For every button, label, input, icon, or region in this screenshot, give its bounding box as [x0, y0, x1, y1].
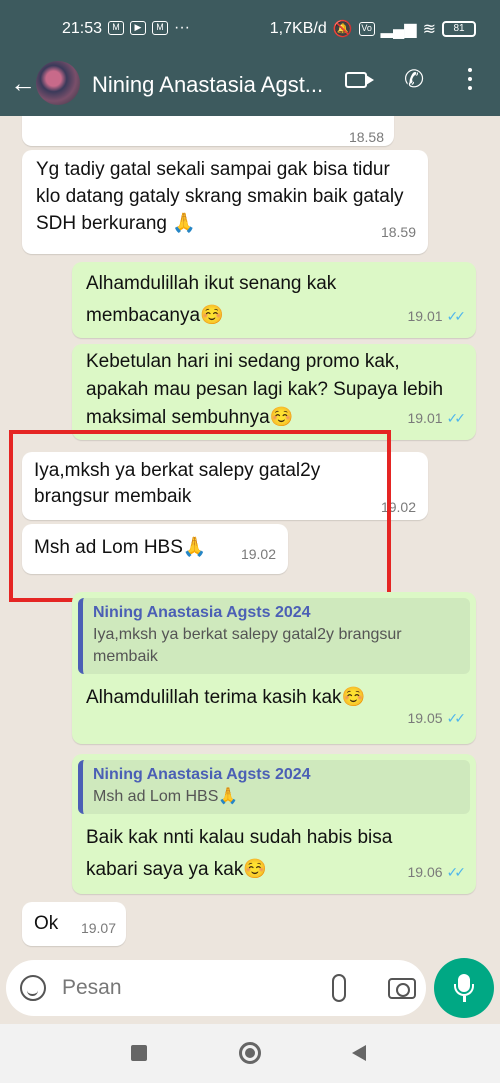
mic-button[interactable]: [434, 958, 494, 1018]
phone-call-icon[interactable]: ✆: [404, 68, 424, 92]
wifi-icon: ≋: [422, 21, 436, 38]
youtube-icon: ▶: [130, 21, 146, 35]
double-check-icon: ✓✓: [446, 410, 467, 426]
navigation-bar: [0, 1024, 500, 1083]
quoted-message[interactable]: Nining Anastasia Agsts 2024 Iya,mksh ya …: [78, 598, 470, 674]
message-bubble[interactable]: 18.58: [22, 116, 394, 146]
message-time: 19.07: [80, 920, 116, 936]
status-time: 21:53: [62, 20, 103, 37]
quoted-sender: Nining Anastasia Agsts 2024: [93, 604, 311, 621]
highlight-box: [9, 430, 391, 602]
chat-header: ← Nining Anastasia Agst... ✆: [0, 60, 500, 116]
quoted-message[interactable]: Nining Anastasia Agsts 2024 Msh ad Lom H…: [78, 760, 470, 814]
message-bubble[interactable]: Yg tadiy gatal sekali sampai gak bisa ti…: [22, 150, 428, 254]
message-time: 18.58: [348, 129, 384, 145]
network-speed: 1,7KB/d: [269, 20, 327, 37]
home-icon[interactable]: [239, 1042, 261, 1064]
camera-icon[interactable]: [388, 978, 416, 999]
message-text: Alhamdulillah ikut senang kak membacanya…: [86, 273, 337, 326]
double-check-icon: ✓✓: [446, 710, 467, 726]
message-text: Kebetulan hari ini sedang promo kak, apa…: [86, 351, 444, 428]
message-text: Ok: [34, 913, 59, 934]
more-options-icon[interactable]: [468, 68, 472, 92]
battery-icon: 81: [442, 21, 476, 37]
mute-icon: 🔕: [332, 21, 353, 38]
quoted-sender: Nining Anastasia Agsts 2024: [93, 766, 311, 783]
notification-icons: M ▶ M ···: [108, 19, 190, 37]
message-bubble[interactable]: Nining Anastasia Agsts 2024 Iya,mksh ya …: [72, 592, 476, 744]
message-bubble[interactable]: Alhamdulillah ikut senang kak membacanya…: [72, 262, 476, 338]
chat-area[interactable]: 18.58 Yg tadiy gatal sekali sampai gak b…: [0, 116, 500, 956]
avatar[interactable]: [36, 61, 80, 105]
signal-icon: ▂▄▆: [380, 21, 417, 38]
message-bubble[interactable]: Ok 19.07: [22, 902, 126, 946]
more-dots-icon: ···: [174, 19, 190, 36]
message-time: 19.01 ✓✓: [407, 410, 467, 426]
message-input[interactable]: Pesan: [62, 976, 122, 1000]
message-text: Baik kak nnti kalau sudah habis bisa kab…: [86, 827, 393, 880]
status-bar: 21:53 M ▶ M ··· 1,7KB/d 🔕 Vo ▂▄▆ ≋ 81: [0, 0, 500, 60]
message-text: Alhamdulillah terima kasih kak☺️: [86, 687, 366, 708]
volte-icon: Vo: [358, 22, 375, 36]
message-text: Yg tadiy gatal sekali sampai gak bisa ti…: [36, 159, 404, 234]
message-time: 19.05 ✓✓: [407, 710, 467, 726]
quoted-text: Msh ad Lom HBS🙏: [93, 788, 239, 805]
message-time: 19.01 ✓✓: [407, 308, 467, 324]
message-bubble[interactable]: Nining Anastasia Agsts 2024 Msh ad Lom H…: [72, 754, 476, 894]
message-time: 18.59: [380, 224, 416, 240]
recent-apps-icon[interactable]: [131, 1045, 147, 1061]
gmail-icon: M: [152, 21, 168, 35]
video-call-icon[interactable]: [345, 72, 374, 88]
attachment-icon[interactable]: [332, 974, 346, 1002]
system-icons: 1,7KB/d 🔕 Vo ▂▄▆ ≋ 81: [270, 19, 476, 39]
quoted-text: Iya,mksh ya berkat salepy gatal2y brangs…: [93, 626, 402, 665]
double-check-icon: ✓✓: [446, 864, 467, 880]
emoji-icon[interactable]: [20, 975, 46, 1001]
message-input-bar[interactable]: Pesan: [6, 960, 426, 1016]
double-check-icon: ✓✓: [446, 308, 467, 324]
message-bubble[interactable]: Kebetulan hari ini sedang promo kak, apa…: [72, 344, 476, 440]
back-arrow-icon[interactable]: ←: [8, 68, 38, 98]
message-time: 19.06 ✓✓: [407, 864, 467, 880]
back-icon[interactable]: [352, 1045, 366, 1061]
gmail-icon: M: [108, 21, 124, 35]
contact-name[interactable]: Nining Anastasia Agst...: [92, 72, 323, 98]
